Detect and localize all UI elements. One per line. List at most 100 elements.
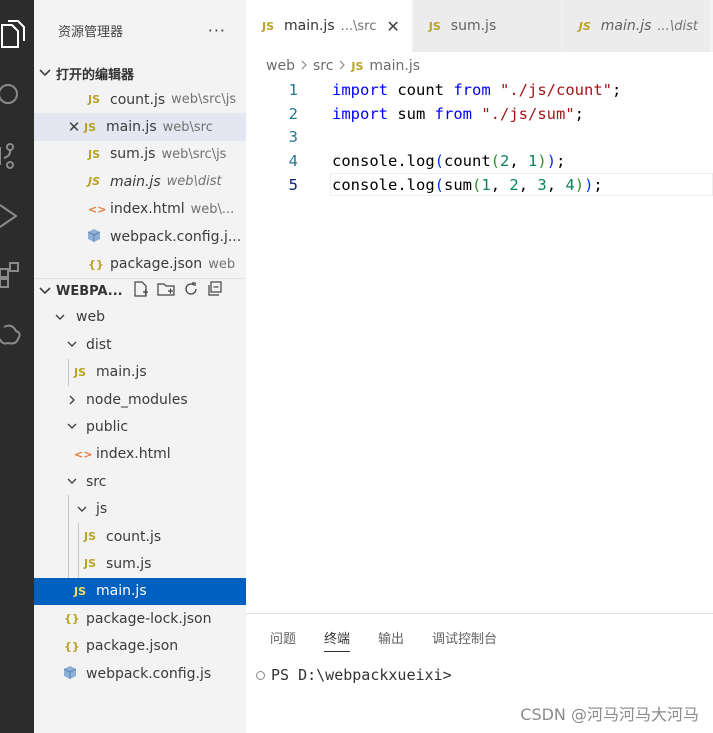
js-file-icon: JS xyxy=(84,557,97,571)
open-editor-path: web\src\js xyxy=(161,146,227,162)
tree-folder-node-modules[interactable]: node_modules xyxy=(34,386,246,413)
line-number: 1 xyxy=(288,80,298,99)
tree-label: webpack.config.js xyxy=(86,665,212,682)
open-editor-item[interactable]: ✕ JS count.js web\src\js xyxy=(34,86,246,113)
tree-label: web xyxy=(76,309,105,326)
remote-explorer-icon[interactable] xyxy=(0,316,34,356)
tree-file-sum[interactable]: JS sum.js xyxy=(34,550,246,578)
terminal-prompt: PS D:\webpackxueixi> xyxy=(271,666,452,684)
indent-guide xyxy=(68,550,69,578)
chevron-down-icon xyxy=(52,314,68,321)
tab-problems[interactable]: 问题 xyxy=(270,628,296,647)
tree-file-src-main-selected[interactable]: JS main.js xyxy=(34,577,246,606)
chevron-down-icon xyxy=(64,423,80,430)
json-file-icon: {} xyxy=(64,639,80,653)
indent-guide xyxy=(68,495,69,523)
tree-label: index.html xyxy=(96,446,171,463)
code-text: import sum from "./js/sum"; xyxy=(332,104,585,123)
js-file-icon: JS xyxy=(428,19,441,33)
search-icon[interactable] xyxy=(0,74,34,114)
workspace-section[interactable]: WEBPA... xyxy=(34,277,246,304)
open-editor-item[interactable]: ✕ webpack.config.j... xyxy=(34,223,246,250)
tab-label: sum.js xyxy=(450,18,497,34)
open-editor-path: web\src xyxy=(162,119,213,135)
explorer-header: 资源管理器 ··· xyxy=(34,0,246,60)
new-file-icon[interactable] xyxy=(133,281,149,301)
tree-file-index-html[interactable]: <> index.html xyxy=(34,441,246,468)
tab-output[interactable]: 输出 xyxy=(378,628,404,647)
more-actions-button[interactable]: ··· xyxy=(208,21,226,40)
code-line-current: 5 console.log(sum(1, 2, 3, 4)); xyxy=(246,172,713,197)
tab-terminal[interactable]: 终端 xyxy=(324,628,351,652)
open-editors-section[interactable]: 打开的编辑器 xyxy=(34,60,246,86)
explorer-icon[interactable] xyxy=(0,14,34,54)
run-debug-icon[interactable] xyxy=(0,196,34,236)
activity-bar xyxy=(0,0,34,733)
open-editor-item-preview[interactable]: ✕ JS main.js web\dist xyxy=(34,168,246,195)
code-line: 4 console.log(count(2, 1)); xyxy=(246,149,713,173)
breadcrumb-item[interactable]: web xyxy=(266,58,295,74)
refresh-icon[interactable] xyxy=(183,281,199,301)
js-file-icon: JS xyxy=(578,19,591,33)
chevron-right-icon xyxy=(339,58,346,74)
html-file-icon: <> xyxy=(88,202,107,216)
js-file-icon: JS xyxy=(351,59,364,73)
open-editor-name: sum.js xyxy=(110,146,156,163)
tab-label: main.js xyxy=(600,18,652,34)
webpack-cube-icon xyxy=(87,228,110,245)
tab-main-src[interactable]: JS main.js ...\src ✕ xyxy=(246,0,413,52)
tab-debug-console[interactable]: 调试控制台 xyxy=(432,628,497,647)
open-editor-item[interactable]: ✕ JS sum.js web\src\js xyxy=(34,141,246,168)
open-editor-name: main.js xyxy=(110,173,161,190)
breadcrumb-item[interactable]: main.js xyxy=(369,58,420,74)
open-editor-path: web\dist xyxy=(166,174,222,190)
chevron-right-icon xyxy=(64,395,80,405)
chevron-right-icon xyxy=(301,58,307,74)
open-editor-item[interactable]: ✕ <> index.html web\... xyxy=(34,196,246,223)
open-editor-name: main.js xyxy=(106,119,157,136)
collapse-all-icon[interactable] xyxy=(207,281,223,301)
watermark: CSDN @河马河马大河马 xyxy=(520,705,699,724)
js-file-icon: JS xyxy=(74,584,87,598)
extensions-icon[interactable] xyxy=(0,256,34,296)
tree-file-count[interactable]: JS count.js xyxy=(34,522,246,551)
source-control-icon[interactable] xyxy=(0,136,34,176)
tab-main-dist[interactable]: JS main.js ...\dist xyxy=(562,0,711,52)
new-folder-icon[interactable] xyxy=(156,281,175,301)
tab-sum[interactable]: JS sum.js xyxy=(412,0,563,52)
tree-file-package[interactable]: {} package.json xyxy=(34,632,246,659)
chevron-down-icon xyxy=(34,287,56,295)
close-icon[interactable]: ✕ xyxy=(386,17,399,36)
open-editor-name: webpack.config.j... xyxy=(110,228,242,245)
js-file-icon: JS xyxy=(84,530,97,544)
tree-folder-dist[interactable]: dist xyxy=(34,331,246,358)
open-editor-item-active[interactable]: ✕ JS main.js web\src xyxy=(34,113,246,141)
tree-label: js xyxy=(96,501,108,518)
open-editor-item[interactable]: ✕ {} package.json web xyxy=(34,250,246,277)
tree-folder-js[interactable]: js xyxy=(34,495,246,523)
tree-label: src xyxy=(86,473,107,490)
tree-folder-web[interactable]: web xyxy=(34,304,246,331)
indent-guide xyxy=(78,550,79,578)
tree-label: public xyxy=(86,418,129,435)
close-icon[interactable]: ✕ xyxy=(64,118,84,136)
workspace-title: WEBPA... xyxy=(56,283,123,299)
terminal[interactable]: PS D:\webpackxueixi> xyxy=(256,666,452,684)
explorer-sidebar: 资源管理器 ··· 打开的编辑器 ✕ JS count.js web\src\j… xyxy=(34,0,246,733)
tab-path: ...\src xyxy=(340,18,377,34)
line-number: 2 xyxy=(288,104,298,123)
tree-folder-src[interactable]: src xyxy=(34,468,246,495)
chevron-down-icon xyxy=(64,478,80,485)
tree-file-package-lock[interactable]: {} package-lock.json xyxy=(34,605,246,632)
tree-file-webpack-config[interactable]: webpack.config.js xyxy=(34,660,246,687)
tree-label: main.js xyxy=(96,583,147,600)
explorer-title: 资源管理器 xyxy=(58,24,124,40)
line-number: 4 xyxy=(288,151,298,170)
open-editor-name: package.json xyxy=(110,256,203,273)
code-text: import count from "./js/count"; xyxy=(332,80,622,99)
code-editor[interactable]: 1 import count from "./js/count"; 2 impo… xyxy=(246,78,713,197)
tree-folder-public[interactable]: public xyxy=(34,413,246,440)
tree-file-dist-main[interactable]: JS main.js xyxy=(34,358,246,386)
tab-path: ...\dist xyxy=(657,18,698,34)
breadcrumb-item[interactable]: src xyxy=(313,58,333,74)
